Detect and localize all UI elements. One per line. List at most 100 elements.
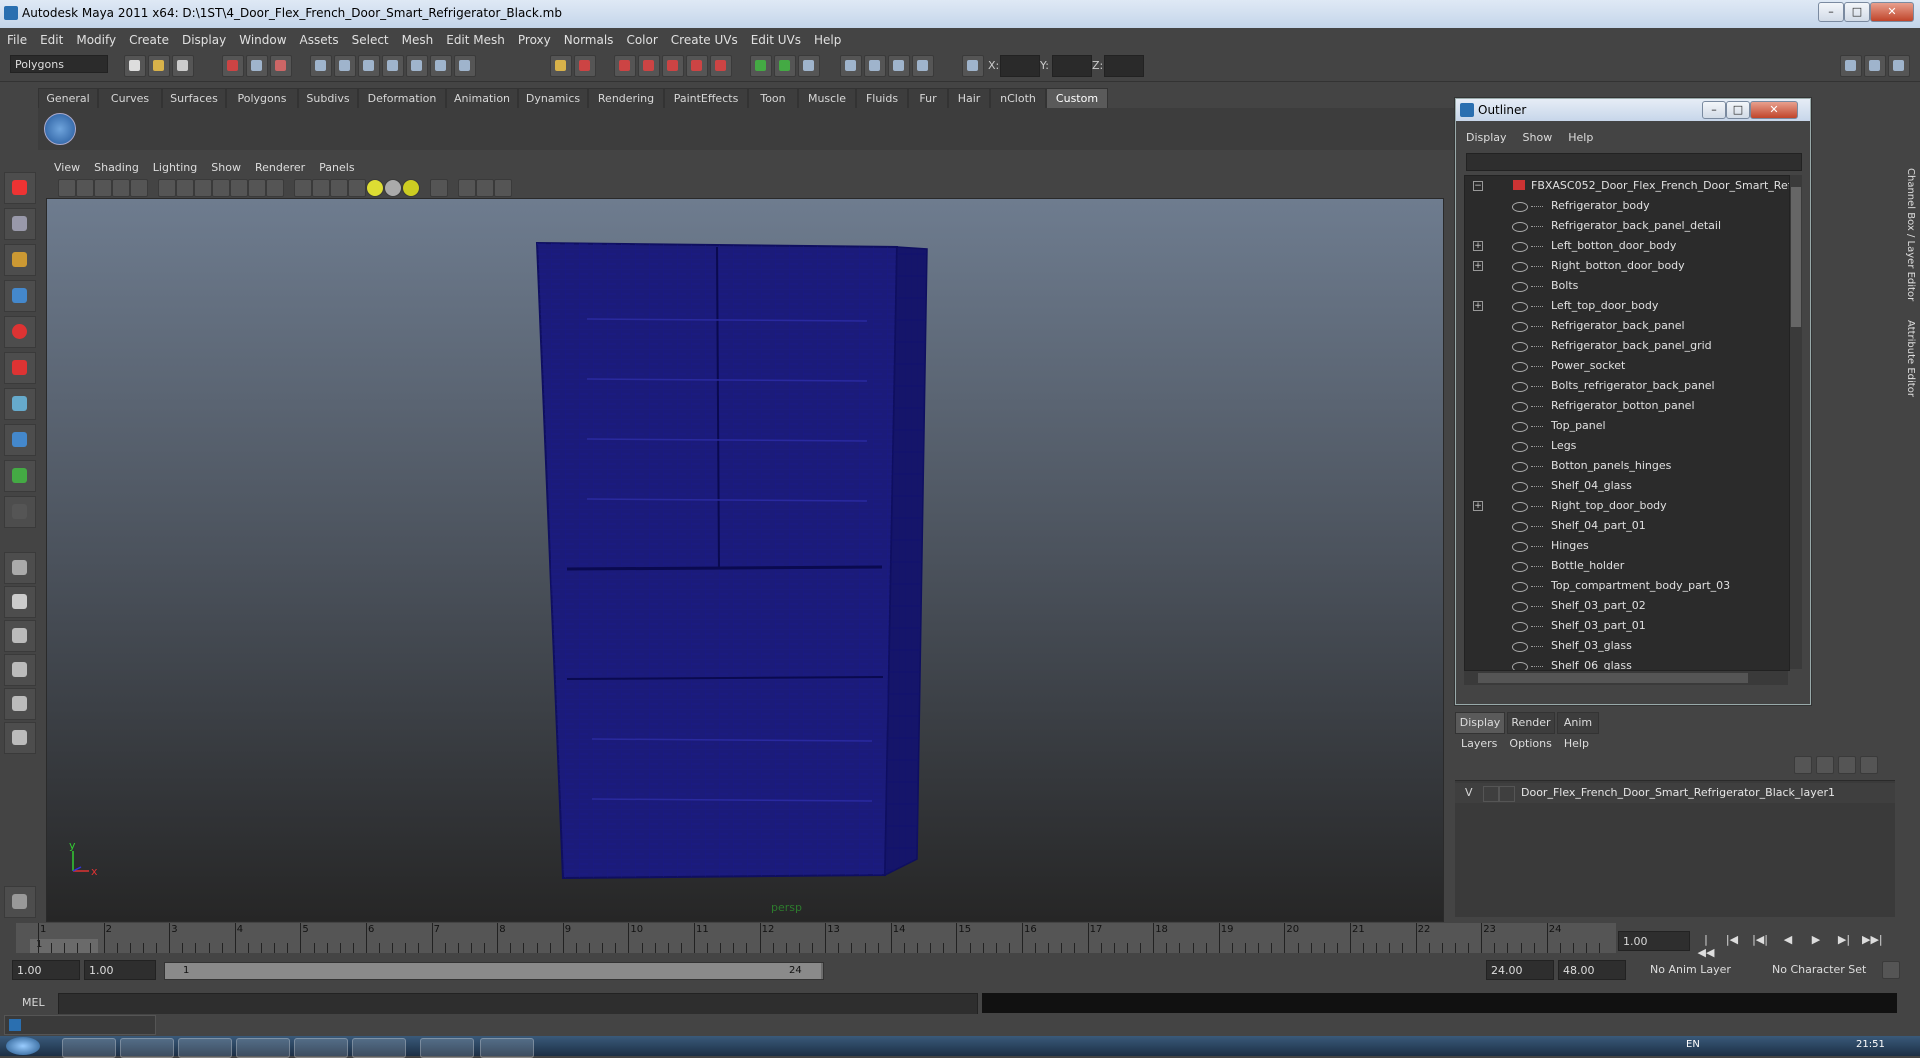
last-tool-icon[interactable] <box>4 496 36 528</box>
image-plane-icon[interactable] <box>112 179 130 197</box>
step-back-frame-button[interactable]: |◀| <box>1750 933 1770 949</box>
bookmark-icon[interactable] <box>94 179 112 197</box>
xray-icon[interactable] <box>458 179 476 197</box>
anim-layer-dropdown[interactable]: No Anim Layer <box>1646 960 1754 980</box>
outliner-filter-field[interactable] <box>1466 153 1802 171</box>
layer-menu-layers[interactable]: Layers <box>1455 734 1503 750</box>
lasso-tool-icon[interactable] <box>4 208 36 240</box>
layer-tab-render[interactable]: Render <box>1507 712 1555 734</box>
outliner-close-button[interactable]: ✕ <box>1750 101 1798 119</box>
menu-window[interactable]: Window <box>232 29 292 47</box>
go-to-end-button[interactable]: ▶▶| <box>1862 933 1883 949</box>
shelf-tab-rendering[interactable]: Rendering <box>588 88 664 108</box>
outliner-item[interactable]: Refrigerator_back_panel_grid <box>1465 336 1789 356</box>
outliner-item[interactable]: Shelf_03_glass <box>1465 636 1789 656</box>
taskbar-app-excel[interactable] <box>352 1038 406 1058</box>
menu-edit[interactable]: Edit <box>33 29 69 47</box>
grid-icon[interactable] <box>158 179 176 197</box>
new-layer-icon[interactable] <box>1794 756 1812 774</box>
input-ops-icon[interactable] <box>454 55 476 77</box>
ipr-render-icon[interactable] <box>662 55 684 77</box>
shelf-tab-dynamics[interactable]: Dynamics <box>518 88 588 108</box>
layer-visibility-toggle[interactable]: V <box>1465 786 1473 799</box>
outliner-item[interactable]: Shelf_04_part_01 <box>1465 516 1789 536</box>
vp-menu-shading[interactable]: Shading <box>86 158 145 174</box>
shelf-tab-curves[interactable]: Curves <box>98 88 162 108</box>
play-backwards-button[interactable]: ◀ <box>1778 933 1798 949</box>
snap-grid-icon[interactable] <box>310 55 332 77</box>
tool-settings-toggle-icon[interactable] <box>1888 55 1910 77</box>
menu-help[interactable]: Help <box>807 29 847 47</box>
scale-tool-icon[interactable] <box>4 352 36 384</box>
show-tool-settings-icon[interactable] <box>888 55 910 77</box>
lock-icon[interactable] <box>550 55 572 77</box>
outliner-minimize-button[interactable]: – <box>1702 101 1726 119</box>
wireframe-icon[interactable] <box>294 179 312 197</box>
resolution-gate-icon[interactable] <box>194 179 212 197</box>
menu-edit-mesh[interactable]: Edit Mesh <box>439 29 511 47</box>
menu-modify[interactable]: Modify <box>69 29 122 47</box>
toggle-modeling-icon[interactable] <box>750 55 772 77</box>
taskbar-app-network[interactable] <box>120 1038 174 1058</box>
render-frame-icon[interactable] <box>638 55 660 77</box>
hypershade-icon[interactable] <box>710 55 732 77</box>
step-back-key-button[interactable]: |◀ <box>1722 933 1742 949</box>
history-icon[interactable] <box>430 55 452 77</box>
outliner-horizontal-scrollbar[interactable] <box>1464 671 1788 685</box>
shelf-tab-deformation[interactable]: Deformation <box>358 88 446 108</box>
outliner-scroll-thumb[interactable] <box>1791 187 1801 327</box>
anim-start-field[interactable]: 1.00 <box>84 960 156 980</box>
safe-action-icon[interactable] <box>248 179 266 197</box>
shelf-tab-muscle[interactable]: Muscle <box>798 88 856 108</box>
outliner-item[interactable]: Legs <box>1465 436 1789 456</box>
outliner-item[interactable]: Refrigerator_back_panel <box>1465 316 1789 336</box>
layer-move-down-icon[interactable] <box>1860 756 1878 774</box>
persp-graph-layout-icon[interactable] <box>4 654 36 686</box>
taskbar-app-uploader[interactable] <box>178 1038 232 1058</box>
persp-graph-hypergraph-layout-icon[interactable] <box>4 722 36 754</box>
toggle-attribute-icon[interactable] <box>774 55 796 77</box>
start-time-field[interactable]: 1.00 <box>12 960 80 980</box>
layer-tab-display[interactable]: Display <box>1455 712 1505 734</box>
expand-icon[interactable]: + <box>1473 261 1483 271</box>
taskbar-app-explorer[interactable] <box>294 1038 348 1058</box>
render-settings-icon[interactable] <box>686 55 708 77</box>
quick-layout-icon[interactable] <box>4 886 36 918</box>
menu-create[interactable]: Create <box>122 29 175 47</box>
start-button-icon[interactable] <box>6 1037 40 1055</box>
outliner-menu-help[interactable]: Help <box>1558 129 1599 144</box>
hypershade-persp-layout-icon[interactable] <box>4 688 36 720</box>
go-to-start-button[interactable]: |◀◀ <box>1696 933 1716 959</box>
shelf-tab-surfaces[interactable]: Surfaces <box>162 88 226 108</box>
outliner-root-row[interactable]: − FBXASC052_Door_Flex_French_Door_Smart_… <box>1465 176 1789 196</box>
attribute-editor-toggle-icon[interactable] <box>1864 55 1886 77</box>
time-slider[interactable]: 1 1 2 3 4 5 6 7 8 9 10 11 12 13 14 15 16 17 18 19 20 21 22 23 2… <box>16 923 1616 953</box>
all-lights-icon[interactable] <box>384 179 402 197</box>
outliner-item[interactable]: Refrigerator_back_panel_detail <box>1465 216 1789 236</box>
film-gate-icon[interactable] <box>176 179 194 197</box>
menu-display[interactable]: Display <box>175 29 232 47</box>
four-view-layout-icon[interactable] <box>4 586 36 618</box>
textured-icon[interactable] <box>348 179 366 197</box>
auto-key-icon[interactable] <box>1882 961 1900 979</box>
menu-proxy[interactable]: Proxy <box>511 29 557 47</box>
channel-box-toggle-icon[interactable] <box>1840 55 1862 77</box>
shelf-tab-custom[interactable]: Custom <box>1046 88 1108 108</box>
outliner-item[interactable]: Botton_panels_hinges <box>1465 456 1789 476</box>
outliner-item[interactable]: + Right_top_door_body <box>1465 496 1789 516</box>
vp-menu-panels[interactable]: Panels <box>311 158 360 174</box>
shelf-tab-hair[interactable]: Hair <box>948 88 990 108</box>
outliner-item[interactable]: Shelf_03_part_02 <box>1465 596 1789 616</box>
save-scene-icon[interactable] <box>172 55 194 77</box>
vp-menu-renderer[interactable]: Renderer <box>247 158 311 174</box>
shelf-tab-general[interactable]: General <box>38 88 98 108</box>
outliner-item[interactable]: Bolts_refrigerator_back_panel <box>1465 376 1789 396</box>
step-forward-key-button[interactable]: ▶| <box>1834 933 1854 949</box>
layer-menu-options[interactable]: Options <box>1503 734 1557 750</box>
layer-playback-toggle[interactable] <box>1483 786 1499 802</box>
menu-normals[interactable]: Normals <box>557 29 620 47</box>
shelf-tab-animation[interactable]: Animation <box>446 88 518 108</box>
range-slider-handle[interactable] <box>165 963 821 979</box>
command-input[interactable] <box>58 993 978 1015</box>
outliner-menu-display[interactable]: Display <box>1456 129 1513 144</box>
